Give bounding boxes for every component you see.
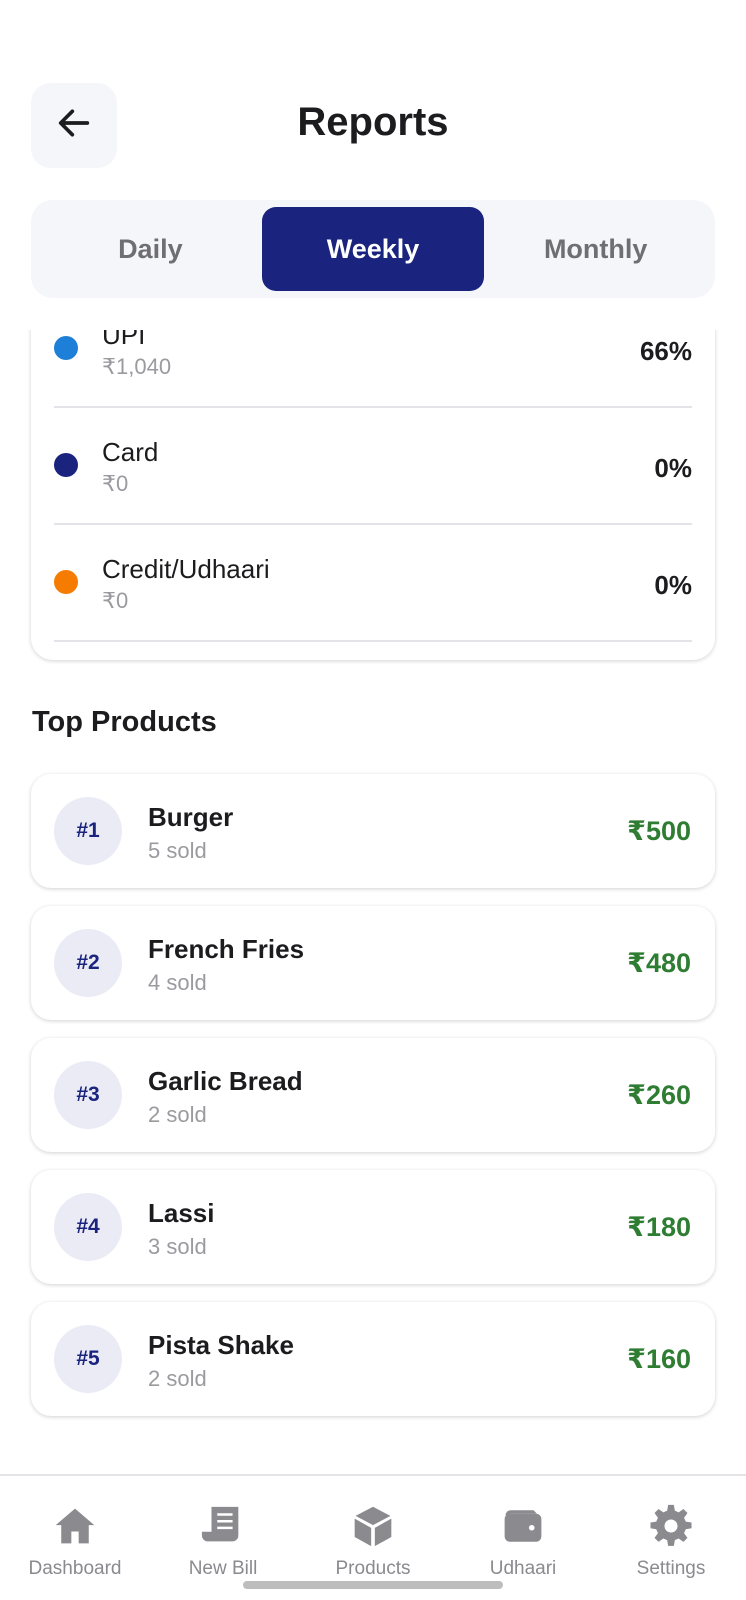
rank-badge: #1 (54, 797, 122, 865)
rank-badge: #2 (54, 929, 122, 997)
product-sold-count: 4 sold (148, 970, 207, 995)
credit-color-dot (54, 570, 78, 594)
tab-weekly[interactable]: Weekly (261, 207, 485, 291)
nav-settings[interactable]: Settings (596, 1476, 746, 1600)
payment-row-card: Card ₹0 0% (54, 407, 692, 525)
payment-amount: ₹0 (102, 588, 129, 613)
product-card[interactable]: #4 Lassi 3 sold ₹180 (31, 1170, 715, 1284)
upi-color-dot (54, 336, 78, 360)
rank-badge: #3 (54, 1061, 122, 1129)
top-products-title: Top Products (32, 706, 217, 738)
rank-badge: #5 (54, 1325, 122, 1393)
payment-method-name: UPI (102, 330, 146, 350)
product-card[interactable]: #2 French Fries 4 sold ₹480 (31, 906, 715, 1020)
nav-label: Settings (636, 1558, 706, 1579)
nav-label: New Bill (188, 1558, 258, 1579)
gear-icon (647, 1502, 695, 1550)
receipt-icon (199, 1502, 247, 1550)
product-sold-count: 5 sold (148, 838, 207, 863)
payment-method-name: Credit/Udhaari (102, 554, 270, 584)
nav-label: Dashboard (28, 1558, 122, 1579)
product-revenue: ₹180 (627, 1212, 691, 1242)
home-indicator[interactable] (243, 1581, 503, 1589)
product-revenue: ₹160 (627, 1344, 691, 1374)
payment-breakdown-viewport: UPI ₹1,040 66% Card ₹0 0% Credit/Udhaari… (20, 330, 726, 672)
product-name: Burger (148, 802, 234, 832)
payment-amount: ₹1,040 (102, 354, 172, 379)
product-card[interactable]: #1 Burger 5 sold ₹500 (31, 774, 715, 888)
product-name: French Fries (148, 934, 305, 964)
rank-badge: #4 (54, 1193, 122, 1261)
product-card[interactable]: #5 Pista Shake 2 sold ₹160 (31, 1302, 715, 1416)
nav-label: Products (335, 1558, 411, 1579)
payment-percent: 0% (654, 453, 692, 483)
wallet-icon (499, 1502, 547, 1550)
payment-breakdown-card: UPI ₹1,040 66% Card ₹0 0% Credit/Udhaari… (31, 330, 715, 660)
tab-daily[interactable]: Daily (39, 207, 262, 291)
payment-row-upi: UPI ₹1,040 66% (54, 330, 692, 408)
product-card[interactable]: #3 Garlic Bread 2 sold ₹260 (31, 1038, 715, 1152)
card-color-dot (54, 453, 78, 477)
reports-screen: Reports Daily Weekly Monthly UPI ₹1,040 … (0, 0, 746, 1600)
payment-row-credit: Credit/Udhaari ₹0 0% (54, 524, 692, 642)
product-revenue: ₹260 (627, 1080, 691, 1110)
payment-percent: 0% (654, 570, 692, 600)
payment-method-name: Card (102, 437, 159, 467)
product-name: Garlic Bread (148, 1066, 303, 1096)
product-name: Pista Shake (148, 1330, 294, 1360)
page-title: Reports (297, 100, 449, 144)
product-sold-count: 2 sold (148, 1366, 207, 1391)
payment-amount: ₹0 (102, 471, 129, 496)
product-revenue: ₹500 (627, 816, 691, 846)
nav-dashboard[interactable]: Dashboard (0, 1476, 150, 1600)
period-tabs: Daily Weekly Monthly (31, 200, 715, 298)
tab-monthly[interactable]: Monthly (484, 207, 707, 291)
home-icon (51, 1502, 99, 1550)
box-icon (349, 1502, 397, 1550)
product-sold-count: 3 sold (148, 1234, 207, 1259)
payment-percent: 66% (639, 336, 692, 366)
product-sold-count: 2 sold (148, 1102, 207, 1127)
nav-label: Udhaari (489, 1558, 557, 1579)
product-name: Lassi (148, 1198, 215, 1228)
product-revenue: ₹480 (627, 948, 691, 978)
